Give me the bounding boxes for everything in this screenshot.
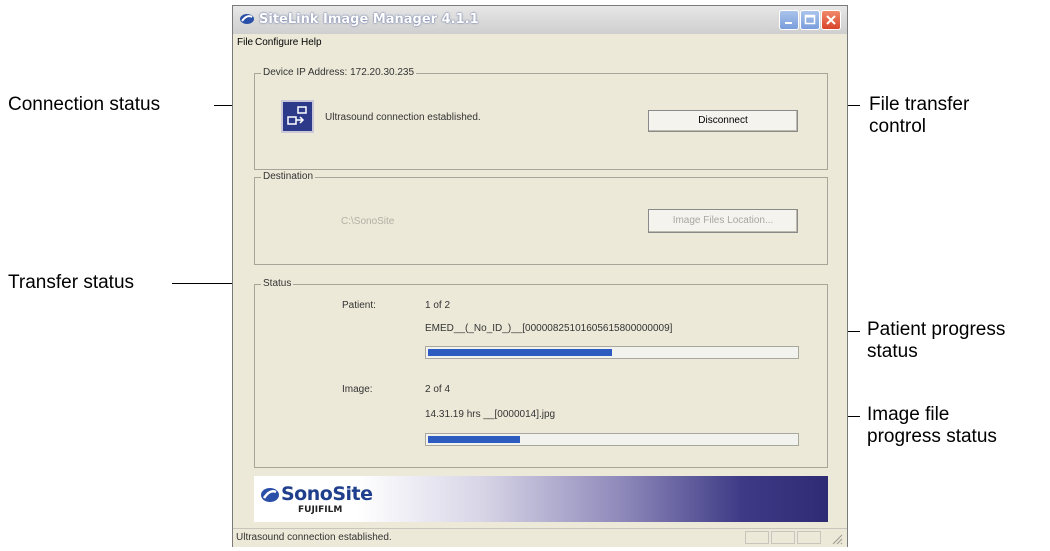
sonosite-logo-icon (260, 486, 280, 509)
image-label: Image: (342, 384, 373, 395)
image-progress-fill (428, 436, 520, 443)
brand-banner: SonoSite FUJIFILM (254, 476, 828, 522)
destination-label: Destination (261, 171, 316, 182)
callout-transfer-status: Transfer status (8, 272, 135, 293)
callout-file-transfer-control: File transfer control (869, 94, 969, 138)
image-files-location-button[interactable]: Image Files Location... (648, 209, 798, 233)
patient-progress-bar (425, 346, 799, 359)
resize-grip-icon[interactable] (831, 532, 843, 550)
callout-patient-progress-line2: status (867, 341, 918, 362)
callout-patient-progress: Patient progress status (867, 319, 1005, 363)
image-count: 2 of 4 (425, 384, 451, 395)
disconnect-button[interactable]: Disconnect (648, 110, 798, 132)
menu-file[interactable]: File (237, 37, 253, 48)
sitelink-logo-icon (239, 12, 255, 31)
connection-status-icon (281, 100, 314, 133)
callout-image-progress-line1: Image file (867, 404, 950, 425)
patient-count: 1 of 2 (425, 300, 451, 311)
patient-label: Patient: (342, 300, 376, 311)
destination-path: C:\SonoSite (341, 216, 395, 227)
destination-group: Destination C:\SonoSite Image Files Loca… (254, 171, 828, 265)
status-group: Status Patient: 1 of 2 EMED__(_No_ID_)__… (254, 278, 828, 468)
status-bar-cell-1 (745, 531, 769, 544)
menu-configure[interactable]: Configure (255, 37, 298, 48)
status-label: Status (261, 278, 294, 289)
callout-file-transfer-line1: File transfer (869, 94, 970, 115)
window-title: SiteLink Image Manager 4.1.1 (259, 12, 479, 27)
connection-message: Ultrasound connection established. (325, 112, 481, 123)
callout-file-transfer-line2: control (869, 116, 927, 137)
app-window: SiteLink Image Manager 4.1.1 File Config… (232, 5, 848, 547)
status-bar-text: Ultrasound connection established. (236, 532, 392, 543)
brand-name: SonoSite (281, 483, 373, 505)
maximize-button[interactable] (800, 10, 820, 30)
callout-patient-progress-line1: Patient progress (867, 319, 1006, 340)
status-bar: Ultrasound connection established. (233, 528, 847, 547)
image-progress-bar (425, 433, 799, 446)
image-file-name: 14.31.19 hrs __[0000014].jpg (425, 409, 556, 420)
patient-progress-fill (428, 349, 612, 356)
menu-bar: File Configure Help (233, 34, 847, 54)
device-ip-label: Device IP Address: 172.20.30.235 (261, 67, 417, 78)
patient-file-name: EMED__(_No_ID_)__[0000082510160561580000… (425, 323, 673, 334)
callout-image-progress-line2: progress status (867, 426, 997, 447)
device-group: Device IP Address: 172.20.30.235 Ultraso… (254, 67, 828, 170)
status-bar-cell-2 (771, 531, 795, 544)
title-bar[interactable]: SiteLink Image Manager 4.1.1 (233, 6, 847, 34)
close-button[interactable] (821, 10, 841, 30)
callout-image-progress: Image file progress status (867, 404, 997, 448)
menu-help[interactable]: Help (301, 37, 322, 48)
callout-connection-status: Connection status (8, 94, 161, 115)
minimize-button[interactable] (779, 10, 799, 30)
brand-sub-name: FUJIFILM (298, 505, 343, 515)
status-bar-cell-3 (797, 531, 821, 544)
